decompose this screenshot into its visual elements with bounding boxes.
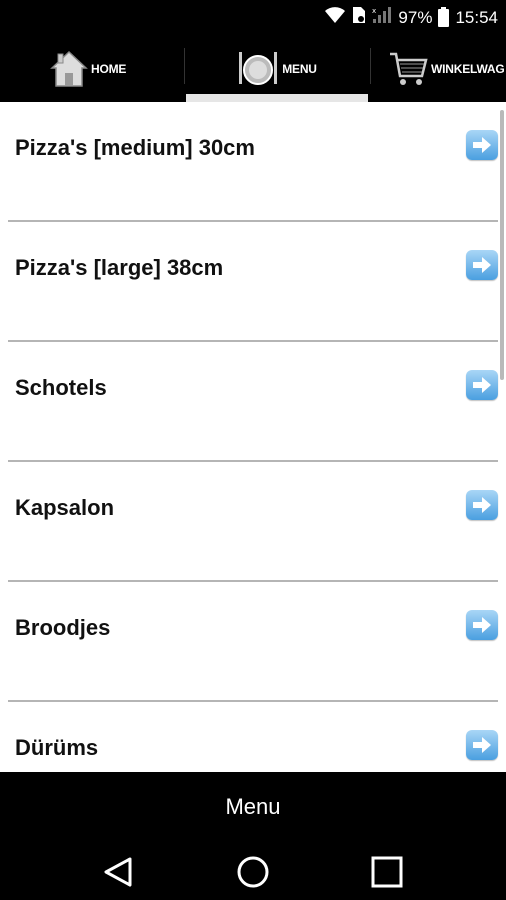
status-bar: x 97% 15:54: [0, 0, 506, 36]
tab-divider: [184, 48, 185, 84]
signal-icon: x: [372, 6, 392, 29]
tab-menu-label: MENU: [282, 62, 317, 76]
arrow-right-icon[interactable]: [466, 370, 498, 400]
list-item[interactable]: Broodjes: [0, 582, 506, 702]
list-item[interactable]: Kapsalon: [0, 462, 506, 582]
back-icon[interactable]: [100, 854, 136, 890]
plate-cutlery-icon: [237, 48, 279, 91]
sim-card-icon: [352, 6, 366, 29]
list-item-label: Pizza's [large] 38cm: [15, 255, 224, 280]
list-item[interactable]: Pizza's [medium] 30cm: [0, 102, 506, 222]
android-nav-bar: [0, 842, 506, 900]
top-nav: HOME MENU WINKELWAG: [0, 36, 506, 102]
battery-percent: 97%: [398, 7, 433, 27]
list-item-label: Kapsalon: [15, 495, 115, 520]
shopping-cart-icon: [388, 48, 428, 91]
arrow-right-icon[interactable]: [466, 130, 498, 160]
footer-title: Menu: [0, 772, 506, 842]
arrow-right-icon[interactable]: [466, 490, 498, 520]
list-item-label: Pizza's [medium] 30cm: [15, 135, 255, 160]
tab-cart[interactable]: WINKELWAG: [388, 36, 506, 102]
scrollbar[interactable]: [500, 110, 504, 380]
arrow-right-icon[interactable]: [466, 610, 498, 640]
home-circle-icon[interactable]: [235, 854, 271, 890]
tab-home[interactable]: HOME: [50, 36, 182, 102]
list-item[interactable]: Dürüms: [0, 702, 506, 772]
tab-home-label: HOME: [91, 62, 127, 76]
arrow-right-icon[interactable]: [466, 250, 498, 280]
menu-list[interactable]: Pizza's [medium] 30cm Pizza's [large] 38…: [0, 102, 506, 772]
list-item-label: Schotels: [15, 375, 107, 400]
svg-text:x: x: [372, 7, 376, 15]
arrow-right-icon[interactable]: [466, 730, 498, 760]
tab-cart-label: WINKELWAG: [431, 62, 505, 76]
wifi-icon: [324, 6, 346, 29]
list-item-label: Dürüms: [15, 735, 99, 760]
list-item[interactable]: Pizza's [large] 38cm: [0, 222, 506, 342]
house-icon: [50, 48, 88, 91]
list-item-label: Broodjes: [15, 615, 111, 640]
tab-menu[interactable]: MENU: [186, 36, 368, 102]
battery-icon: [438, 6, 450, 27]
clock: 15:54: [455, 7, 498, 27]
active-tab-indicator: [186, 94, 368, 102]
tab-divider: [370, 48, 371, 84]
recents-icon[interactable]: [369, 854, 405, 890]
list-item[interactable]: Schotels: [0, 342, 506, 462]
